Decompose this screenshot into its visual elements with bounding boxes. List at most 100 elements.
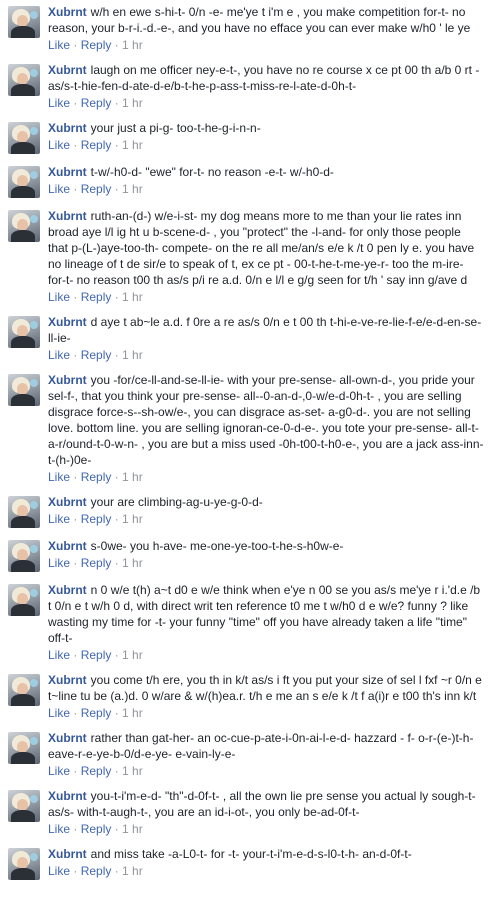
avatar[interactable] [8,674,40,706]
author-name[interactable]: Xubrnt [48,789,87,803]
comment: Xubrnt d aye t ab~le a.d. f 0re a re as/s… [0,310,492,368]
reply-link[interactable]: Reply [81,764,112,778]
timestamp[interactable]: 1 hr [122,38,143,52]
timestamp[interactable]: 1 hr [122,470,143,484]
reply-link[interactable]: Reply [81,822,112,836]
timestamp[interactable]: 1 hr [122,348,143,362]
comment-text: d aye t ab~le a.d. f 0re a re as/s 0/n e… [48,315,482,345]
timestamp[interactable]: 1 hr [122,706,143,720]
author-name[interactable]: Xubrnt [48,731,87,745]
comment: Xubrnt your are climbing-ag-u-ye-g-0-d- L… [0,490,492,534]
timestamp[interactable]: 1 hr [122,764,143,778]
comment-body: Xubrnt w/h en ewe s-hi-t- 0/n -e- me'ye t… [48,4,484,52]
comment-actions: Like · Reply · 1 hr [48,182,143,196]
author-name[interactable]: Xubrnt [48,495,87,509]
avatar[interactable] [8,790,40,822]
like-link[interactable]: Like [48,348,70,362]
reply-link[interactable]: Reply [81,96,112,110]
comment-body: Xubrnt you -for/ce-ll-and-se-ll-ie- with … [48,372,484,484]
comment: Xubrnt w/h en ewe s-hi-t- 0/n -e- me'ye t… [0,0,492,58]
comment-actions: Like · Reply · 1 hr [48,822,143,836]
like-link[interactable]: Like [48,290,70,304]
comment-text-block: Xubrnt ruth-an-(d-) w/e-i-st- my dog mean… [48,208,484,288]
comment-text-block: Xubrnt and miss take -a-L0-t- for -t- you… [48,846,484,862]
author-name[interactable]: Xubrnt [48,539,87,553]
comment: Xubrnt s-0we- you h-ave- me-one-ye-too-t-… [0,534,492,578]
avatar[interactable] [8,6,40,38]
comment-body: Xubrnt n 0 w/e t(h) a~t d0 e w/e think wh… [48,582,484,662]
avatar[interactable] [8,210,40,242]
comment-body: Xubrnt your are climbing-ag-u-ye-g-0-d- L… [48,494,484,528]
avatar[interactable] [8,122,40,154]
timestamp[interactable]: 1 hr [122,822,143,836]
comment-body: Xubrnt ruth-an-(d-) w/e-i-st- my dog mean… [48,208,484,304]
reply-link[interactable]: Reply [81,864,112,878]
author-name[interactable]: Xubrnt [48,847,87,861]
like-link[interactable]: Like [48,96,70,110]
avatar[interactable] [8,732,40,764]
timestamp[interactable]: 1 hr [122,96,143,110]
reply-link[interactable]: Reply [81,470,112,484]
like-link[interactable]: Like [48,822,70,836]
reply-link[interactable]: Reply [81,648,112,662]
comment: Xubrnt ruth-an-(d-) w/e-i-st- my dog mean… [0,204,492,310]
author-name[interactable]: Xubrnt [48,5,87,19]
timestamp[interactable]: 1 hr [122,556,143,570]
comment-actions: Like · Reply · 1 hr [48,706,143,720]
author-name[interactable]: Xubrnt [48,583,87,597]
like-link[interactable]: Like [48,470,70,484]
like-link[interactable]: Like [48,38,70,52]
reply-link[interactable]: Reply [81,512,112,526]
like-link[interactable]: Like [48,556,70,570]
comment: Xubrnt t-w/-h0-d- "ewe" for-t- no reason … [0,160,492,204]
comment-text-block: Xubrnt you come t/h ere, you th in k/t as… [48,672,484,704]
like-link[interactable]: Like [48,512,70,526]
like-link[interactable]: Like [48,138,70,152]
comment: Xubrnt you come t/h ere, you th in k/t as… [0,668,492,726]
comment-text-block: Xubrnt your just a pi-g- too-t-he-g-i-n-n… [48,120,484,136]
reply-link[interactable]: Reply [81,38,112,52]
avatar[interactable] [8,848,40,880]
like-link[interactable]: Like [48,182,70,196]
like-link[interactable]: Like [48,764,70,778]
comment-feed: Xubrnt w/h en ewe s-hi-t- 0/n -e- me'ye t… [0,0,492,904]
comment-body: Xubrnt and miss take -a-L0-t- for -t- you… [48,846,484,880]
reply-link[interactable]: Reply [81,290,112,304]
timestamp[interactable]: 1 hr [122,864,143,878]
timestamp[interactable]: 1 hr [122,290,143,304]
reply-link[interactable]: Reply [81,348,112,362]
comment-actions: Like · Reply · 1 hr [48,556,143,570]
timestamp[interactable]: 1 hr [122,512,143,526]
timestamp[interactable]: 1 hr [122,138,143,152]
reply-link[interactable]: Reply [81,182,112,196]
avatar[interactable] [8,584,40,616]
author-name[interactable]: Xubrnt [48,63,87,77]
like-link[interactable]: Like [48,706,70,720]
timestamp[interactable]: 1 hr [122,648,143,662]
like-link[interactable]: Like [48,864,70,878]
reply-link[interactable]: Reply [81,556,112,570]
reply-link[interactable]: Reply [81,706,112,720]
avatar[interactable] [8,496,40,528]
avatar[interactable] [8,316,40,348]
avatar[interactable] [8,540,40,572]
author-name[interactable]: Xubrnt [48,315,87,329]
like-link[interactable]: Like [48,648,70,662]
author-name[interactable]: Xubrnt [48,673,87,687]
author-name[interactable]: Xubrnt [48,209,87,223]
avatar[interactable] [8,64,40,96]
comment-text-block: Xubrnt n 0 w/e t(h) a~t d0 e w/e think wh… [48,582,484,646]
author-name[interactable]: Xubrnt [48,165,87,179]
author-name[interactable]: Xubrnt [48,121,87,135]
timestamp[interactable]: 1 hr [122,182,143,196]
comment: Xubrnt rather than gat-her- an oc-cue-p-a… [0,726,492,784]
comment-text: you-t-i'm-e-d- "th"-d-0f-t- , all the ow… [48,789,476,819]
comment-actions: Like · Reply · 1 hr [48,138,143,152]
comment-text: and miss take -a-L0-t- for -t- your-t-i'… [90,847,412,861]
avatar[interactable] [8,374,40,406]
comment-actions: Like · Reply · 1 hr [48,96,143,110]
avatar[interactable] [8,166,40,198]
reply-link[interactable]: Reply [81,138,112,152]
author-name[interactable]: Xubrnt [48,373,87,387]
comment-body: Xubrnt rather than gat-her- an oc-cue-p-a… [48,730,484,778]
